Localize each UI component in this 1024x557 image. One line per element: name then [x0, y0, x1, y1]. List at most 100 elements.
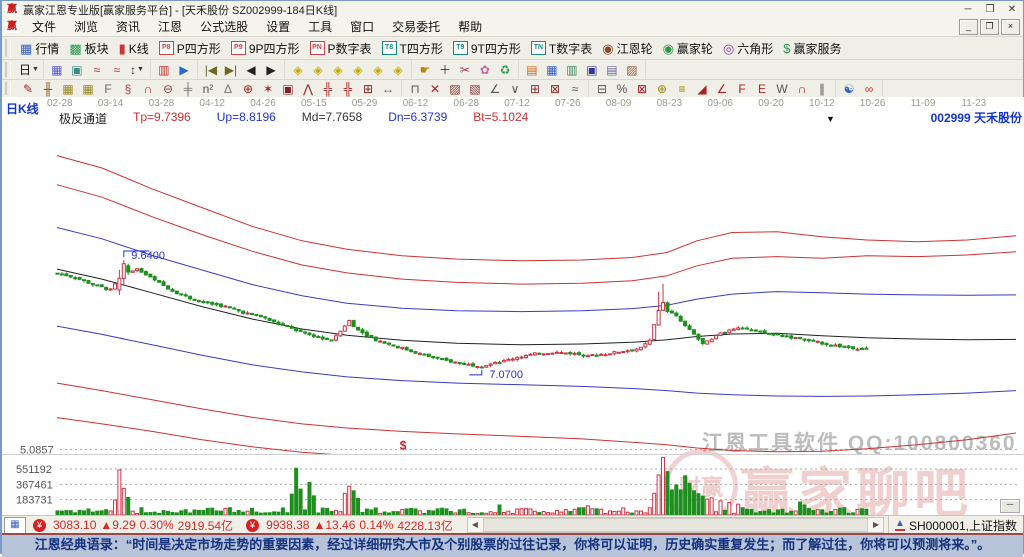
gann-grid-button[interactable]: ╫	[38, 80, 58, 97]
menu-文件[interactable]: 文件	[23, 18, 65, 36]
winner-wheel-button[interactable]: ◉ 赢家轮	[658, 37, 718, 59]
width-tool-button[interactable]: ↔	[378, 80, 398, 97]
golden-band-button[interactable]: ≡	[672, 80, 692, 97]
toolbar-grip[interactable]	[5, 61, 11, 78]
mini-trend-2-button[interactable]: ≈	[107, 60, 127, 79]
menu-设置[interactable]: 设置	[257, 18, 299, 36]
wave-w-tool-button[interactable]: W	[772, 80, 792, 97]
red-grid-2-button[interactable]: ╬	[338, 80, 358, 97]
red-grid-1-button[interactable]: ╬	[318, 80, 338, 97]
box-select-button[interactable]: ⊓	[405, 80, 425, 97]
quote-table-icon[interactable]: ▦	[4, 516, 26, 534]
kline-chart-canvas[interactable]: 5.08575511923674611837319.64007.0700$	[2, 97, 1024, 515]
percent-retrace-button[interactable]: ⊠	[632, 80, 652, 97]
last-page-button[interactable]: ▶|	[221, 60, 241, 79]
angle-tool-button[interactable]: Δ	[218, 80, 238, 97]
save-button[interactable]: ▣	[582, 60, 602, 79]
mini-trend-1-button[interactable]: ≈	[87, 60, 107, 79]
zoom-diamond-6-button[interactable]: ◈	[388, 60, 408, 79]
chart-horizontal-scrollbar[interactable]: ◀ ▶	[466, 517, 885, 533]
arc-tool-button[interactable]: ∩	[138, 80, 158, 97]
calendar-button[interactable]: ▤	[522, 60, 542, 79]
calculator-button[interactable]: ▦	[542, 60, 562, 79]
gann-wheel-button[interactable]: ◉ 江恩轮	[597, 37, 657, 59]
menu-浏览[interactable]: 浏览	[65, 18, 107, 36]
zoom-diamond-1-button[interactable]: ◈	[288, 60, 308, 79]
time-grid-button[interactable]: ╪	[178, 80, 198, 97]
next-bar-button[interactable]: ▶	[261, 60, 281, 79]
sh-index-summary[interactable]: ¥ 3083.10 ▲9.29 0.30% 2919.54亿	[30, 517, 233, 534]
price-tag-button[interactable]: ⊟	[592, 80, 612, 97]
gann-circle-button[interactable]: ⊕	[238, 80, 258, 97]
yin-yang-button[interactable]: ☯	[839, 80, 859, 97]
period-day-button[interactable]: 日 ▼	[18, 60, 40, 79]
star-cycle-button[interactable]: ✶	[258, 80, 278, 97]
current-index-panel[interactable]: ▲ SH000001,上证指数	[888, 516, 1023, 534]
box-tool-button[interactable]: ▣	[278, 80, 298, 97]
gann-angle-button[interactable]: ∠	[712, 80, 732, 97]
draw-pen-button[interactable]: ✎	[18, 80, 38, 97]
wave-lines-button[interactable]: ≈	[565, 80, 585, 97]
info-board-button[interactable]: ▣	[67, 60, 87, 79]
square-n2-button[interactable]: n²	[198, 80, 218, 97]
angle-line-button[interactable]: ∠	[485, 80, 505, 97]
infinity-button[interactable]: ∞	[859, 80, 879, 97]
spiral-tool-button[interactable]: §	[118, 80, 138, 97]
channel-tool-button[interactable]: ∥	[812, 80, 832, 97]
menu-交易委托[interactable]: 交易委托	[383, 18, 449, 36]
first-page-button[interactable]: |◀	[201, 60, 221, 79]
zoom-diamond-3-button[interactable]: ◈	[328, 60, 348, 79]
mdi-restore-icon[interactable]: ❐	[980, 19, 999, 35]
minimize-icon[interactable]: ─	[957, 3, 979, 17]
scrollbar-thumb[interactable]	[482, 518, 869, 532]
t-number-table-button[interactable]: TN T数字表	[526, 37, 597, 59]
bars-grid-button[interactable]: ⊞	[358, 80, 378, 97]
golden-section-button[interactable]: ⊕	[652, 80, 672, 97]
scroll-left-icon[interactable]: ◀	[468, 519, 482, 531]
winner-service-button[interactable]: $ 赢家服务	[778, 37, 846, 59]
percent-tool-button[interactable]: %	[612, 80, 632, 97]
slope-tool-button[interactable]: ◢	[692, 80, 712, 97]
cycle-tool-button[interactable]: ♻	[495, 60, 515, 79]
menu-帮助[interactable]: 帮助	[449, 18, 491, 36]
sz-index-summary[interactable]: ¥ 9938.38 ▲13.46 0.14% 4228.13亿	[243, 517, 453, 534]
notebook-button[interactable]: ▥	[562, 60, 582, 79]
p-number-table-button[interactable]: PN P数字表	[305, 37, 377, 59]
p-square-button[interactable]: P8 P四方形	[154, 37, 226, 59]
gann-square-up-button[interactable]: ▦	[58, 80, 78, 97]
kline-button[interactable]: ▮ K线	[114, 37, 154, 59]
hand-tool-button[interactable]: ☛	[415, 60, 435, 79]
print-button[interactable]: ▤	[602, 60, 622, 79]
fan-e-tool-button[interactable]: E	[752, 80, 772, 97]
restore-icon[interactable]: ❐	[979, 3, 1001, 17]
t-square-button[interactable]: T8 T四方形	[377, 37, 448, 59]
prev-bar-button[interactable]: ◀	[241, 60, 261, 79]
toolbar-grip[interactable]	[5, 39, 11, 57]
gann-square-down-button[interactable]: ▦	[78, 80, 98, 97]
grid-box-button[interactable]: ⊞	[525, 80, 545, 97]
sector-button[interactable]: ▩ 板块	[64, 37, 113, 59]
measure-tool-button[interactable]: ✂	[455, 60, 475, 79]
scroll-right-icon[interactable]: ▶	[869, 519, 883, 531]
circle-tool-button[interactable]: ⊖	[158, 80, 178, 97]
zoom-diamond-2-button[interactable]: ◈	[308, 60, 328, 79]
market-quote-button[interactable]: ▦ 行情	[15, 37, 64, 59]
kline-style-button[interactable]: ▥	[154, 60, 174, 79]
crosshair-tool-button[interactable]: ＋	[435, 60, 455, 79]
hexagon-button[interactable]: ◎ 六角形	[718, 37, 778, 59]
menu-公式选股[interactable]: 公式选股	[191, 18, 257, 36]
color-flag-button[interactable]: ▶	[174, 60, 194, 79]
menu-江恩[interactable]: 江恩	[149, 18, 191, 36]
volume-collapse-button[interactable]: ─	[1000, 499, 1020, 513]
cycle-arc-button[interactable]: ∩	[792, 80, 812, 97]
hatch-box-1-button[interactable]: ▨	[445, 80, 465, 97]
menu-工具[interactable]: 工具	[299, 18, 341, 36]
mdi-close-icon[interactable]: ×	[1001, 19, 1020, 35]
zoom-diamond-5-button[interactable]: ◈	[368, 60, 388, 79]
zoom-diamond-4-button[interactable]: ◈	[348, 60, 368, 79]
ray-fan-button[interactable]: ✕	[425, 80, 445, 97]
peak-tool-button[interactable]: ⋀	[298, 80, 318, 97]
hatch-box-2-button[interactable]: ▧	[465, 80, 485, 97]
toolbar-grip[interactable]	[5, 81, 11, 96]
cross-box-button[interactable]: ⊠	[545, 80, 565, 97]
